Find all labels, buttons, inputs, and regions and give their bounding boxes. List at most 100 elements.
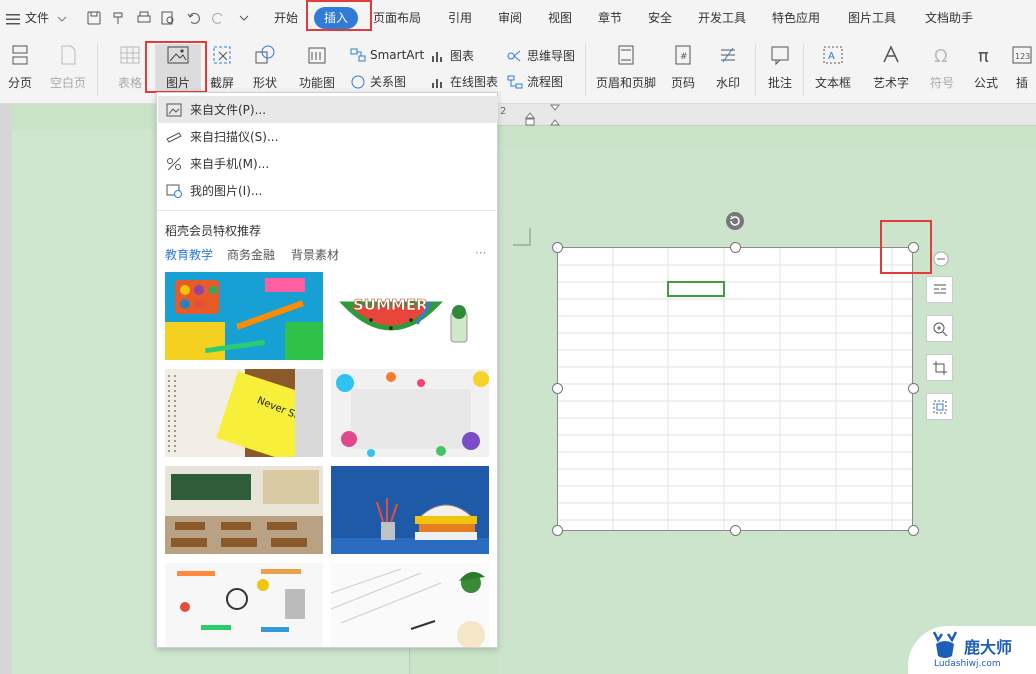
textbox-icon: A (823, 46, 843, 64)
menu-item-from-file[interactable]: 来自文件(P)... (158, 96, 498, 123)
svg-text:Ω: Ω (934, 46, 948, 66)
select-frame-button[interactable] (926, 393, 953, 420)
resize-handle-top-center[interactable] (730, 242, 741, 253)
tab-security[interactable]: 安全 (648, 0, 672, 36)
textbox-button[interactable]: A 文本框 (810, 44, 856, 91)
watermark-button[interactable]: 水印 (711, 44, 745, 91)
thumbnail-school-supplies[interactable] (165, 563, 323, 647)
menu-bar: 文件 开始 插入 页面布局 引用 审阅 视图 章节 安全 开发工具 特色应用 图… (0, 0, 1036, 36)
relation-chart-icon (351, 75, 365, 88)
resize-handle-top-right[interactable] (908, 242, 919, 253)
header-footer-icon (618, 45, 634, 65)
thumbnail-stationery[interactable] (165, 272, 323, 360)
cloud-image-icon (166, 184, 182, 198)
crop-button[interactable] (926, 354, 953, 381)
tab-insert[interactable]: 插入 (314, 7, 359, 29)
zoom-button[interactable] (926, 315, 953, 342)
rotate-handle-icon[interactable] (725, 211, 745, 231)
music-sheet-image (331, 563, 489, 647)
thumbnail-classroom[interactable] (165, 466, 323, 554)
chevron-down-icon[interactable] (57, 0, 67, 36)
thumbnail-summer[interactable]: SUMMER (331, 272, 489, 360)
collapse-toolbar-icon[interactable] (933, 251, 949, 267)
table-gridlines (558, 248, 912, 530)
chart-button[interactable]: 图表 (430, 47, 474, 64)
page-break-button[interactable]: 分页 (2, 44, 38, 91)
books-pencils-image (331, 466, 489, 554)
school-supplies-image (165, 563, 323, 647)
selected-cell[interactable] (667, 281, 725, 297)
resize-handle-bottom-right[interactable] (908, 525, 919, 536)
print-preview-icon[interactable] (160, 10, 176, 26)
tab-view[interactable]: 视图 (548, 0, 572, 36)
menu-item-my-pictures[interactable]: 我的图片(I)... (158, 177, 498, 204)
symbol-button[interactable]: Ω 符号 (926, 44, 958, 91)
thumbnail-party[interactable] (331, 369, 489, 457)
resize-handle-top-left[interactable] (552, 242, 563, 253)
redo-icon[interactable] (210, 10, 226, 26)
resize-handle-middle-left[interactable] (552, 383, 563, 394)
margin-corner-mark (513, 228, 531, 246)
mindmap-button[interactable]: 思维导图 (507, 47, 575, 64)
tab-picture-tools[interactable]: 图片工具 (848, 0, 896, 36)
shape-button[interactable]: 形状 (247, 44, 283, 91)
quick-access-dropdown-icon[interactable] (236, 10, 252, 26)
party-confetti-image (331, 369, 489, 457)
ruler-left-margin-icon[interactable] (525, 104, 535, 126)
tab-review[interactable]: 审阅 (498, 0, 522, 36)
tab-home[interactable]: 开始 (274, 0, 298, 36)
tab-doc-assistant[interactable]: 文档助手 (925, 0, 973, 36)
more-tabs-button[interactable]: ··· (475, 246, 486, 260)
comment-button[interactable]: 批注 (764, 44, 796, 91)
thumbnail-never-stop-learning[interactable]: Never Stop Learning (165, 369, 323, 457)
formula-button[interactable]: π 公式 (970, 44, 1002, 91)
number-icon: 123 (1012, 46, 1032, 64)
undo-icon[interactable] (186, 10, 202, 26)
wordart-button[interactable]: 艺术字 (866, 44, 916, 91)
file-menu[interactable]: 文件 (25, 0, 49, 36)
embedded-table[interactable] (557, 247, 913, 531)
tab-page-layout[interactable]: 页面布局 (373, 0, 421, 36)
smartart-button[interactable]: SmartArt (350, 47, 424, 63)
picture-button[interactable]: 图片 (155, 44, 201, 91)
omega-icon: Ω (934, 46, 948, 66)
svg-text:SUMMER: SUMMER (353, 296, 428, 314)
svg-text:π: π (978, 46, 989, 66)
table-icon (120, 46, 140, 64)
screenshot-button[interactable]: 截屏 (204, 44, 240, 91)
hamburger-icon[interactable] (6, 0, 20, 36)
thumbnail-music-sheet[interactable] (331, 563, 489, 647)
tab-developer[interactable]: 开发工具 (698, 0, 746, 36)
resize-handle-bottom-center[interactable] (730, 525, 741, 536)
smartart-icon (350, 48, 366, 62)
save-icon[interactable] (86, 10, 102, 26)
table-button[interactable]: 表格 (113, 44, 147, 91)
function-chart-button[interactable]: 功能图 (294, 44, 340, 91)
insert-number-button[interactable]: 123 插 (1008, 44, 1036, 91)
print-icon[interactable] (136, 10, 152, 26)
header-footer-button[interactable]: 页眉和页脚 (595, 44, 657, 91)
tab-featured[interactable]: 特色应用 (772, 0, 820, 36)
tab-education[interactable]: 教育教学 (165, 246, 213, 263)
resize-handle-bottom-left[interactable] (552, 525, 563, 536)
page-number-button[interactable]: # 页码 (666, 44, 700, 91)
flowchart-button[interactable]: 流程图 (507, 73, 563, 90)
format-painter-icon[interactable] (111, 10, 127, 26)
tab-references[interactable]: 引用 (448, 0, 472, 36)
frame-icon (933, 400, 946, 413)
blank-page-button[interactable]: 空白页 (46, 44, 90, 91)
ruler-indent-marker-icon[interactable] (550, 104, 560, 126)
tab-business-finance[interactable]: 商务金融 (227, 246, 275, 263)
flowchart-icon (507, 75, 523, 88)
relation-chart-button[interactable]: 关系图 (350, 73, 406, 90)
resize-handle-middle-right[interactable] (908, 383, 919, 394)
chart-icon (432, 51, 442, 62)
tab-chapter[interactable]: 章节 (598, 0, 622, 36)
tab-background[interactable]: 背景素材 (291, 246, 339, 263)
menu-item-from-scanner[interactable]: 来自扫描仪(S)... (158, 123, 498, 150)
layout-options-button[interactable] (926, 276, 953, 303)
thumbnail-books[interactable] (331, 466, 489, 554)
page-break-icon (12, 45, 28, 65)
menu-item-from-phone[interactable]: 来自手机(M)... (158, 150, 498, 177)
online-chart-button[interactable]: 在线图表 (430, 73, 498, 90)
